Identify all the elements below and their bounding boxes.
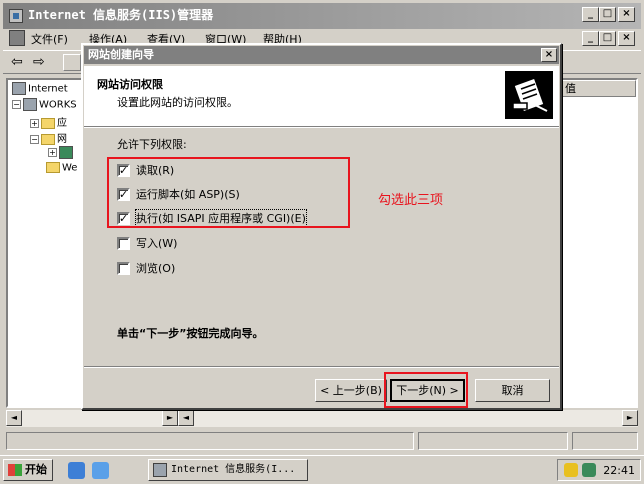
status-cell	[418, 432, 568, 450]
dialog-close-button[interactable]: ×	[541, 48, 557, 62]
collapse-box-icon[interactable]: −	[12, 100, 21, 109]
network-icon[interactable]	[582, 463, 596, 477]
menu-file[interactable]: 文件(F)	[31, 31, 68, 47]
checkbox-unchecked-icon[interactable]	[117, 236, 130, 250]
windows-flag-icon	[8, 464, 22, 476]
main-window-titlebar: Internet 信息服务(IIS)管理器 _ □ ×	[0, 0, 644, 29]
tree-item[interactable]: We	[44, 162, 77, 174]
server-icon	[23, 98, 37, 111]
horizontal-scrollbar[interactable]: ◄ ► ◄ ►	[6, 410, 638, 427]
tree-item[interactable]: − WORKS	[12, 98, 77, 111]
folder-icon	[46, 162, 60, 173]
page-subheading: 设置此网站的访问权限。	[117, 96, 238, 109]
dialog-title: 网站创建向导	[88, 48, 154, 61]
checkbox-unchecked-icon[interactable]	[117, 261, 130, 275]
security-shield-icon[interactable]	[564, 463, 578, 477]
dialog-titlebar: 网站创建向导 ×	[84, 46, 559, 64]
permission-write-checkbox[interactable]: 写入(W)	[117, 235, 177, 251]
footer-separator	[84, 366, 559, 368]
scroll-left-icon[interactable]: ◄	[178, 410, 194, 426]
permission-browse-checkbox[interactable]: 浏览(O)	[117, 260, 175, 276]
clock[interactable]: 22:41	[603, 464, 635, 477]
page-heading: 网站访问权限	[97, 78, 163, 91]
expand-box-icon[interactable]: +	[30, 118, 39, 128]
forward-arrow-icon[interactable]: ⇨	[33, 54, 45, 70]
tree-item[interactable]: Internet	[10, 82, 68, 95]
minimize-button[interactable]: _	[582, 7, 599, 22]
start-button[interactable]: 开始	[3, 459, 53, 481]
child-close-button[interactable]: ×	[618, 31, 635, 46]
annotation-permissions-box	[107, 157, 350, 228]
expand-box-icon[interactable]: +	[48, 148, 57, 157]
mmc-system-icon[interactable]	[9, 30, 25, 46]
cancel-button[interactable]: 取消	[475, 379, 550, 402]
folder-icon	[41, 117, 55, 129]
system-tray: 22:41	[557, 459, 641, 481]
up-folder-icon[interactable]	[63, 54, 81, 71]
folder-icon	[41, 133, 55, 145]
annotation-next-box	[384, 372, 468, 408]
back-button[interactable]: < 上一步(B)	[315, 379, 387, 402]
taskbar-iis-button[interactable]: Internet 信息服务(I...	[148, 459, 308, 481]
column-header-value[interactable]: 值	[560, 80, 636, 97]
collapse-box-icon[interactable]: −	[30, 134, 39, 144]
close-button[interactable]: ×	[618, 7, 635, 22]
tree-item[interactable]: − 网	[30, 130, 67, 145]
maximize-button[interactable]: □	[599, 7, 616, 22]
status-bar	[6, 430, 638, 452]
ie-icon[interactable]	[68, 462, 85, 479]
wizard-graphic-icon	[505, 71, 553, 119]
taskbar: 开始 Internet 信息服务(I... 22:41	[0, 455, 644, 484]
annotation-note: 勾选此三项	[378, 193, 444, 208]
header-separator	[84, 127, 559, 128]
back-arrow-icon[interactable]: ⇦	[11, 54, 23, 70]
scroll-right-icon[interactable]: ►	[162, 410, 178, 426]
iis-app-icon	[9, 9, 23, 23]
website-globe-icon	[59, 146, 73, 159]
tree-item[interactable]: + 应	[30, 114, 67, 129]
scroll-right-icon[interactable]: ►	[622, 410, 638, 426]
show-desktop-icon[interactable]	[92, 462, 109, 479]
tree-item[interactable]: +	[48, 146, 75, 159]
dialog-header: 网站访问权限 设置此网站的访问权限。	[84, 66, 559, 127]
child-minimize-button[interactable]: _	[582, 31, 599, 46]
iis-app-icon	[153, 463, 167, 477]
status-cell	[572, 432, 638, 450]
child-restore-button[interactable]: □	[599, 31, 616, 46]
status-cell	[6, 432, 414, 450]
scroll-left-icon[interactable]: ◄	[6, 410, 22, 426]
main-window-title: Internet 信息服务(IIS)管理器	[28, 8, 214, 22]
console-tree: Internet − WORKS + 应 − 网 + We	[6, 78, 84, 408]
iis-node-icon	[12, 82, 26, 95]
permissions-intro: 允许下列权限:	[117, 138, 187, 151]
finish-instruction: 单击“下一步”按钮完成向导。	[117, 327, 264, 340]
details-pane: 值	[558, 78, 638, 408]
